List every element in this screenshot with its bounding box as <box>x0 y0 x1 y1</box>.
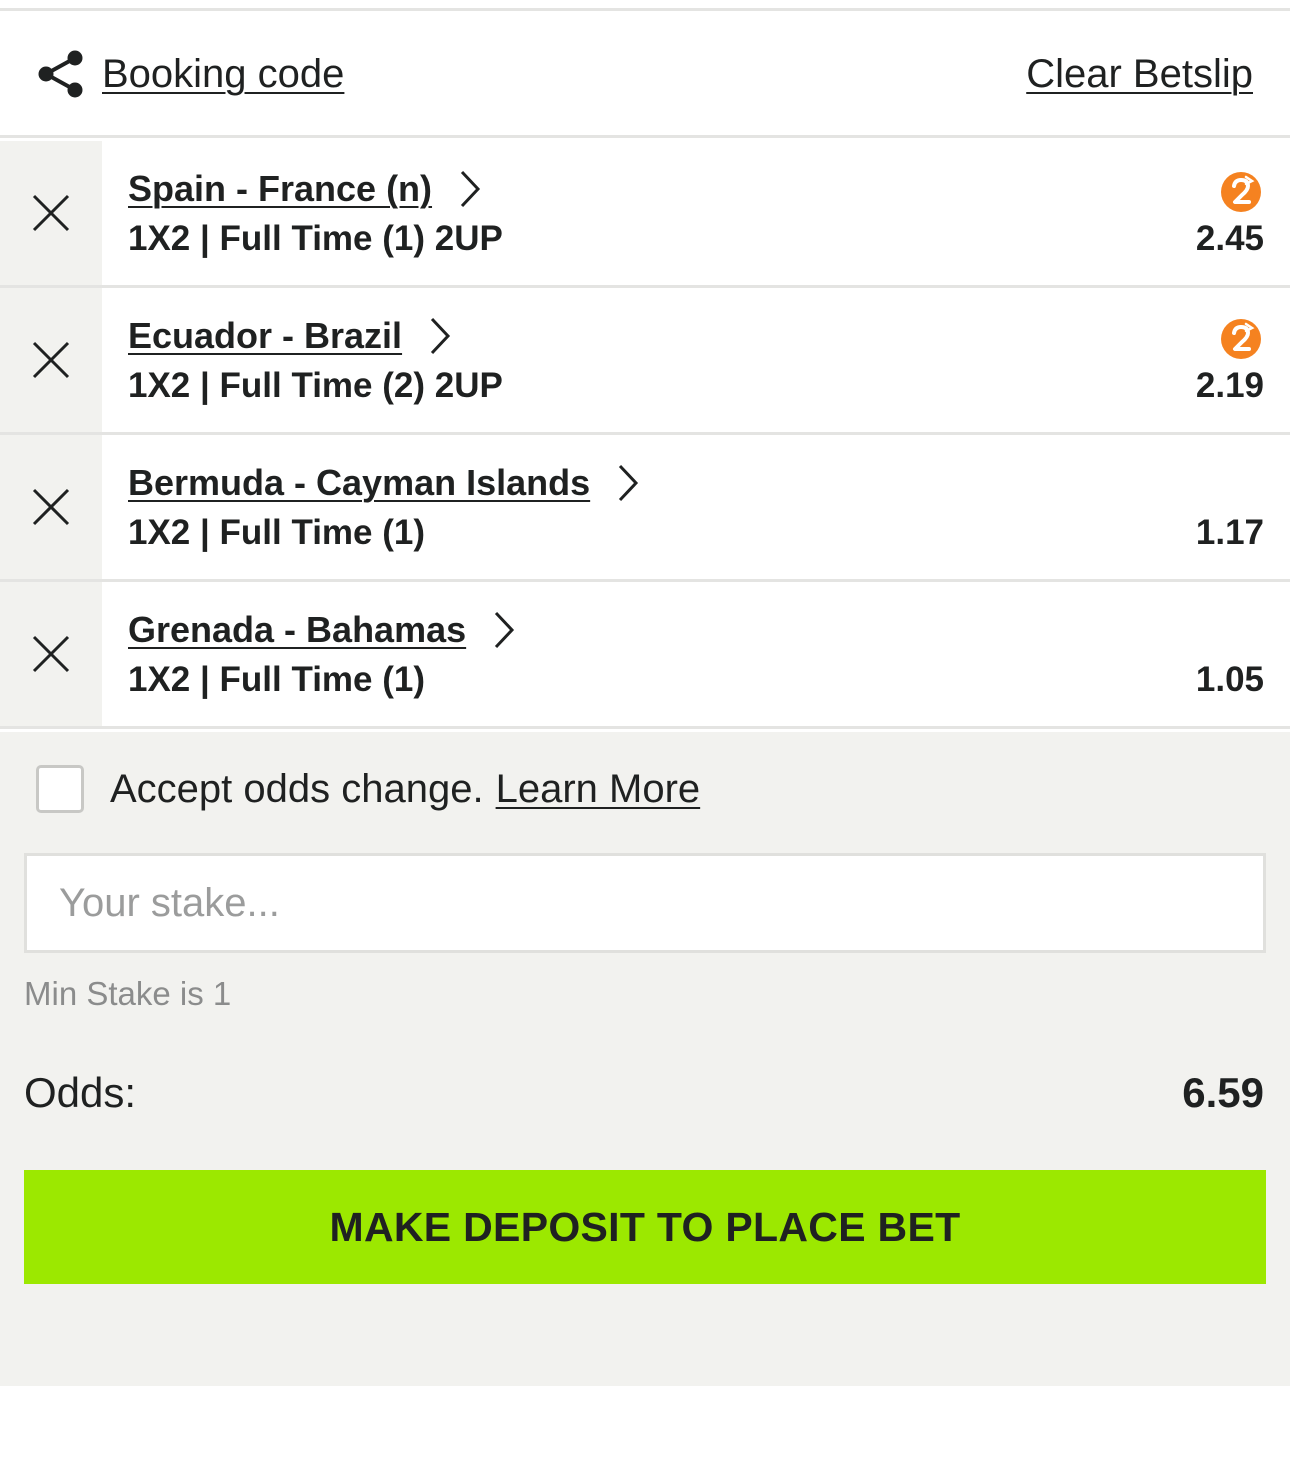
match-link[interactable]: Bermuda - Cayman Islands <box>128 461 640 505</box>
market-label: 1X2 | Full Time (1) <box>128 660 426 699</box>
selection-row: Bermuda - Cayman Islands 1X2 | Full Time… <box>0 435 1290 582</box>
market-label: 1X2 | Full Time (1) <box>128 513 426 552</box>
match-link[interactable]: Ecuador - Brazil <box>128 314 452 358</box>
betslip-header: Booking code Clear Betslip <box>0 11 1290 138</box>
close-icon <box>32 341 70 379</box>
match-name[interactable]: Ecuador - Brazil <box>128 315 402 357</box>
selection-odd: 1.17 <box>1195 513 1264 552</box>
selection-row: Ecuador - Brazil 1X2 | Full Time (2) 2UP… <box>0 288 1290 435</box>
remove-selection-button[interactable] <box>0 435 102 579</box>
accept-odds-label: Accept odds change. <box>110 766 484 811</box>
match-name[interactable]: Grenada - Bahamas <box>128 609 466 651</box>
stake-input[interactable] <box>24 853 1266 953</box>
share-icon <box>38 50 83 98</box>
booking-code-label[interactable]: Booking code <box>102 52 344 97</box>
accept-odds-checkbox[interactable] <box>36 765 84 813</box>
close-icon <box>32 635 70 673</box>
selection-odd: 2.19 <box>1195 366 1264 405</box>
match-link[interactable]: Spain - France (n) <box>128 167 482 211</box>
chevron-right-icon <box>430 317 451 355</box>
total-odds-label: Odds: <box>24 1069 137 1116</box>
booking-code-button[interactable]: Booking code <box>34 49 344 99</box>
chevron-right-icon <box>495 611 515 649</box>
min-stake-hint: Min Stake is 1 <box>24 975 232 1012</box>
selection-list: Spain - France (n) 1X2 | Full Time (1) 2… <box>0 141 1290 729</box>
two-up-boost-icon <box>1221 172 1261 212</box>
remove-selection-button[interactable] <box>0 141 102 285</box>
match-name[interactable]: Spain - France (n) <box>128 168 432 210</box>
close-icon <box>32 194 70 232</box>
match-name[interactable]: Bermuda - Cayman Islands <box>128 462 590 504</box>
selection-odd: 2.45 <box>1195 219 1264 258</box>
remove-selection-button[interactable] <box>0 582 102 726</box>
market-label: 1X2 | Full Time (1) 2UP <box>128 219 503 258</box>
selection-row: Spain - France (n) 1X2 | Full Time (1) 2… <box>0 141 1290 288</box>
chevron-right-icon <box>619 464 639 502</box>
betslip-footer: Accept odds change. Learn More Min Stake… <box>0 732 1290 1386</box>
close-icon <box>32 488 70 526</box>
market-label: 1X2 | Full Time (2) 2UP <box>128 366 503 405</box>
selection-odd: 1.05 <box>1195 660 1264 699</box>
make-deposit-button[interactable]: MAKE DEPOSIT TO PLACE BET <box>24 1170 1266 1284</box>
chevron-right-icon <box>460 170 481 208</box>
clear-betslip-link[interactable]: Clear Betslip <box>1026 49 1253 99</box>
selection-row: Grenada - Bahamas 1X2 | Full Time (1) 1.… <box>0 582 1290 729</box>
total-odds-value: 6.59 <box>1182 1069 1264 1116</box>
accept-odds-row: Accept odds change. Learn More <box>36 765 700 813</box>
remove-selection-button[interactable] <box>0 288 102 432</box>
learn-more-link[interactable]: Learn More <box>496 767 701 812</box>
two-up-boost-icon <box>1221 319 1261 359</box>
match-link[interactable]: Grenada - Bahamas <box>128 608 516 652</box>
